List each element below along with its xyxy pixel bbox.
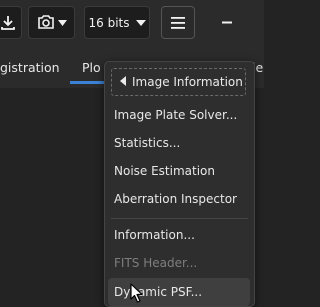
menu-item-image-plate-solver[interactable]: Image Plate Solver... — [105, 101, 254, 129]
save-button[interactable] — [0, 6, 22, 39]
menu-item-statistics[interactable]: Statistics... — [105, 129, 254, 157]
menu-item-aberration-inspector[interactable]: Aberration Inspector — [105, 185, 254, 213]
menu-item-information[interactable]: Information... — [105, 221, 254, 249]
download-icon — [1, 15, 15, 31]
bit-depth-label: 16 bits — [88, 15, 130, 30]
chevron-down-icon — [135, 19, 146, 26]
minimize-icon — [222, 21, 232, 24]
chevron-down-icon — [57, 19, 67, 26]
mouse-cursor-icon — [130, 283, 144, 307]
image-information-menu: Image Information Image Plate Solver... … — [104, 61, 255, 307]
chevron-left-icon — [120, 75, 126, 89]
menu-header-label: Image Information — [132, 75, 243, 89]
tab-registration[interactable]: gistration — [0, 60, 60, 75]
camera-icon — [37, 15, 55, 30]
bit-depth-dropdown[interactable]: 16 bits — [84, 6, 150, 39]
tab-plot[interactable]: Plo — [82, 60, 101, 75]
menu-item-fits-header: FITS Header... — [114, 256, 198, 270]
menu-separator — [111, 218, 248, 219]
menu-item-noise-estimation[interactable]: Noise Estimation — [105, 157, 254, 185]
menu-back-button[interactable]: Image Information — [111, 68, 246, 96]
toolbar: 16 bits — [0, 0, 264, 46]
snapshot-button[interactable] — [28, 6, 75, 39]
hamburger-icon — [171, 16, 185, 29]
minimize-button[interactable] — [210, 6, 244, 39]
main-menu-button[interactable] — [161, 6, 195, 39]
